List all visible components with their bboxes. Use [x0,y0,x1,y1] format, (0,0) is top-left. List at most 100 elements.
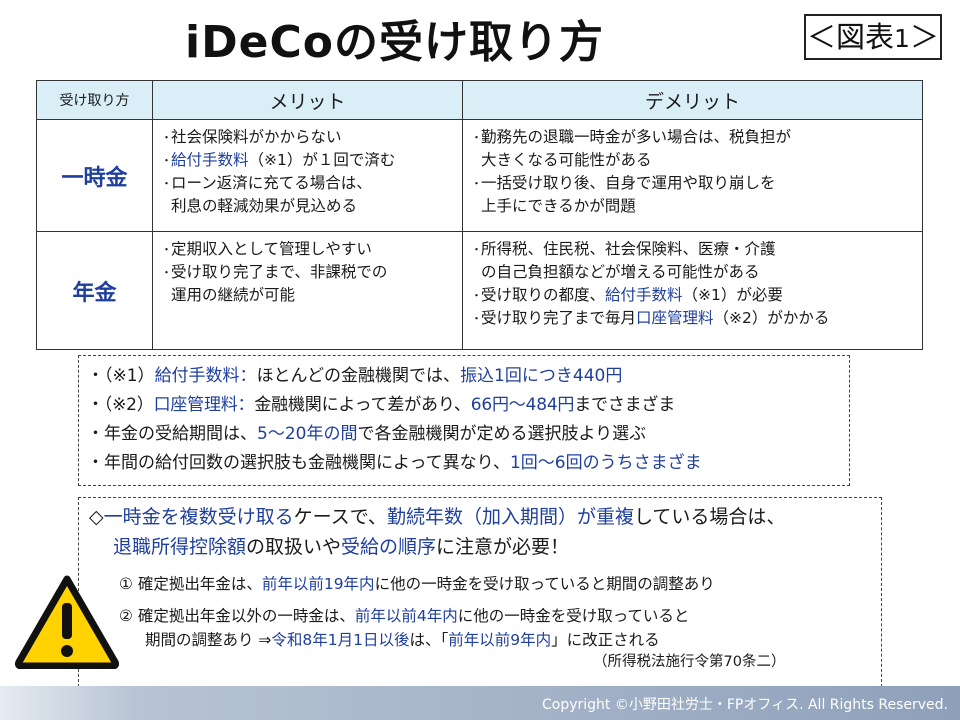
text-span: ① 確定拠出年金は、 [119,575,262,593]
warning-triangle-icon [14,575,120,669]
figure-label: ＜図表1＞ [804,14,942,60]
text-span: 一括受け取り後、自身で運用や取り崩しを [481,174,776,192]
highlight-text: 給付手数料： [154,366,257,386]
text-span: 」に改正される [551,631,660,649]
text-span: までさまざま [574,395,676,415]
bullet-continuation: 利息の軽減効果が見込める [171,197,358,215]
text-span: 受け取り完了まで、非課税での [171,263,388,281]
highlight-text: 5～20年の間 [257,424,358,444]
bullet-dot: ・ [161,243,172,256]
figure-label-open: ＜図表 [807,20,895,54]
bullet-continuation: の自己負担額などが増える可能性がある [481,263,760,281]
text-span: 定期収入として管理しやすい [171,240,372,258]
caution-box: ◇一時金を複数受け取るケースで、勤続年数（加入期間）が重複している場合は、 退職… [78,497,882,687]
bullet-item: ・社会保険料がかからない [161,126,456,149]
bullet-item: ・給付手数料（※1）が１回で済む [161,149,456,172]
bullet-item: ・受け取り完了まで毎月口座管理料（※2）がかかる [471,307,916,330]
note-line: ・（※2）口座管理料：金融機関によって差があり、66円～484円までさまざま [87,391,849,420]
text-span: 金融機関によって差があり、 [254,395,471,415]
header-merits: メリット [152,80,463,120]
text-span: に他の一時金を受け取っていると期間の調整あり [374,575,715,593]
bullet-dot: ・ [471,312,482,325]
text-span: 所得税、住民税、社会保険料、医療・介護 [481,240,776,258]
bullet-item: ・勤務先の退職一時金が多い場合は、税負担が [471,126,916,149]
bullet-item: ・受け取りの都度、給付手数料（※1）が必要 [471,284,916,307]
text-span: は、「 [409,631,449,649]
table-row: 一時金 ・社会保険料がかからない・給付手数料（※1）が１回で済む・ローン返済に充… [36,119,923,232]
pension-merits: ・定期収入として管理しやすい・受け取り完了まで、非課税での 運用の継続が可能 [152,231,463,350]
bullet-text: 受け取り完了まで、非課税での [171,261,387,284]
lump-sum-demerits: ・勤務先の退職一時金が多い場合は、税負担が 大きくなる可能性がある・一括受け取り後… [462,119,923,232]
bullet-continuation: 運用の継続が可能 [171,286,296,304]
legal-source: （所得税法施行令第70条二） [593,654,786,670]
bullet-dot: ・ [161,177,172,190]
highlight-text: 前年以前9年内 [448,631,552,649]
text-span: ケースで、 [293,506,387,528]
notes-box: ・（※1）給付手数料：ほとんどの金融機関では、振込1回につき440円 ・（※2）… [78,355,850,486]
caution-intro-line: 退職所得控除額の取扱いや受給の順序に注意が必要！ [89,532,785,562]
text-span: に注意が必要！ [436,536,570,558]
text-span: 期間の調整あり ⇒ [145,631,272,649]
header-demerits: デメリット [462,80,923,120]
text-span: ほとんどの金融機関では、 [256,366,461,386]
bullet-item: ・定期収入として管理しやすい [161,238,456,261]
page-title: iDeCoの受け取り方 [185,17,604,68]
row-label-pension: 年金 [36,231,153,350]
caution-item-2-cont: 期間の調整あり ⇒令和8年1月1日以後は、「前年以前9年内」に改正される [145,628,660,652]
bullet-dot: ・ [471,177,482,190]
figure-label-number: 1 [894,24,910,53]
bullet-text: 定期収入として管理しやすい [171,238,372,261]
text-span: （※1）が１回で済む [248,151,396,169]
text-span: （※2）がかかる [713,309,830,327]
note-line: ・（※1）給付手数料：ほとんどの金融機関では、振込1回につき440円 [87,362,849,391]
caution-intro-line: ◇一時金を複数受け取るケースで、勤続年数（加入期間）が重複している場合は、 [89,502,785,532]
bullet-dot: ・ [471,131,482,144]
text-span: ◇ [89,506,104,528]
row-label-lump-sum: 一時金 [36,119,153,232]
table-row: 年金 ・定期収入として管理しやすい・受け取り完了まで、非課税での 運用の継続が可能… [36,231,923,350]
bullet-item: ・受け取り完了まで、非課税での [161,261,456,284]
text-span: ・年金の受給期間は、 [87,424,257,444]
text-span: ローン返済に充てる場合は、 [171,174,372,192]
comparison-table: 受け取り方 メリット デメリット 一時金 ・社会保険料がかからない・給付手数料（… [36,80,923,350]
highlight-text: 令和8年1月1日以後 [271,631,410,649]
bullet-dot: ・ [161,154,172,167]
table-header-row: 受け取り方 メリット デメリット [36,80,923,120]
text-span: 受け取りの都度、 [481,286,606,304]
text-span: で各金融機関が定める選択肢より選ぶ [357,424,647,444]
highlight-text: 口座管理料 [636,309,714,327]
footer-bar: Copyright ©小野田社労士・FPオフィス. All Rights Res… [0,686,960,720]
bullet-dot: ・ [471,243,482,256]
bullet-text: 勤務先の退職一時金が多い場合は、税負担が [481,126,791,149]
highlight-text: 給付手数料 [171,151,249,169]
caution-item-2: ② 確定拠出年金以外の一時金は、前年以前4年内に他の一時金を受け取っていると [119,604,689,628]
highlight-text: 退職所得控除額 [113,536,247,558]
copyright-text: Copyright ©小野田社労士・FPオフィス. All Rights Res… [542,697,948,713]
highlight-text: 口座管理料： [153,395,255,415]
note-line: ・年金の受給期間は、5～20年の間で各金融機関が定める選択肢より選ぶ [87,420,849,449]
bullet-item: ・ローン返済に充てる場合は、 [161,172,456,195]
text-span: （※1）が必要 [682,286,783,304]
text-span: ・（※2） [87,395,154,415]
figure-label-close: ＞ [909,20,939,54]
bullet-dot: ・ [161,131,172,144]
bullet-text: 受け取り完了まで毎月口座管理料（※2）がかかる [481,307,829,330]
highlight-text: 前年以前4年内 [354,607,458,625]
highlight-text: 給付手数料 [605,286,683,304]
bullet-text: 社会保険料がかからない [171,126,342,149]
text-span: ・年間の給付回数の選択肢も金融機関によって異なり、 [87,453,510,473]
bullet-continuation: 上手にできるかが問題 [481,197,636,215]
bullet-text: 受け取りの都度、給付手数料（※1）が必要 [481,284,783,307]
highlight-text: 振込1回につき440円 [460,366,623,386]
bullet-text: 一括受け取り後、自身で運用や取り崩しを [481,172,776,195]
highlight-text: 1回～6回のうちさまざま [509,453,702,473]
highlight-text: 受給の順序 [341,536,437,558]
highlight-text: 前年以前19年内 [261,575,375,593]
note-line: ・年間の給付回数の選択肢も金融機関によって異なり、1回～6回のうちさまざま [87,449,849,478]
lump-sum-merits: ・社会保険料がかからない・給付手数料（※1）が１回で済む・ローン返済に充てる場合… [152,119,463,232]
highlight-text: 66円～484円 [470,395,575,415]
bullet-item: ・所得税、住民税、社会保険料、医療・介護 [471,238,916,261]
bullet-dot: ・ [161,266,172,279]
bullet-dot: ・ [471,289,482,302]
bullet-text: ローン返済に充てる場合は、 [171,172,372,195]
